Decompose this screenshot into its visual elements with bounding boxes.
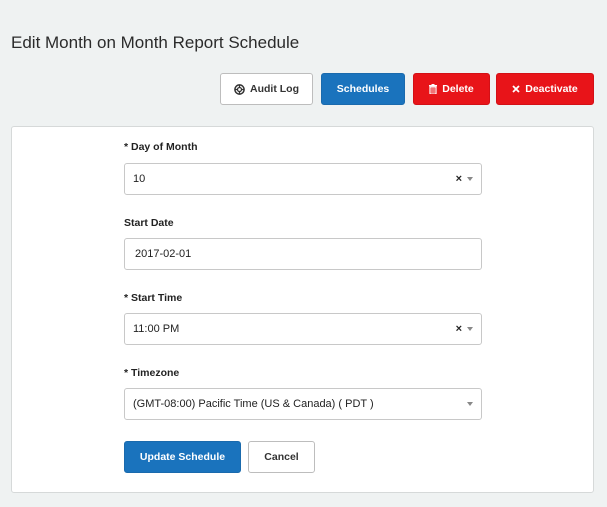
chevron-down-icon[interactable] — [467, 327, 473, 331]
schedules-label: Schedules — [336, 83, 390, 95]
close-icon — [512, 85, 520, 93]
trash-icon — [429, 84, 438, 94]
delete-button[interactable]: Delete — [413, 73, 490, 105]
start-date-label: Start Date — [124, 217, 174, 229]
schedule-form-card: * Day of Month 10 × Start Date 2017-02-0… — [11, 126, 594, 493]
deactivate-button[interactable]: Deactivate — [496, 73, 594, 105]
day-of-month-label: * Day of Month — [124, 141, 198, 153]
day-of-month-select[interactable]: 10 × — [124, 163, 482, 195]
start-time-value: 11:00 PM — [133, 323, 180, 335]
update-schedule-button[interactable]: Update Schedule — [124, 441, 241, 473]
clear-selection-icon[interactable]: × — [456, 173, 462, 185]
clear-selection-icon[interactable]: × — [456, 323, 462, 335]
start-date-value: 2017-02-01 — [135, 248, 192, 260]
audit-log-label: Audit Log — [250, 83, 299, 95]
deactivate-label: Deactivate — [525, 83, 578, 95]
start-time-select[interactable]: 11:00 PM × — [124, 313, 482, 345]
chevron-down-icon[interactable] — [467, 402, 473, 406]
schedules-button[interactable]: Schedules — [321, 73, 405, 105]
delete-label: Delete — [442, 83, 474, 95]
cancel-button[interactable]: Cancel — [248, 441, 315, 473]
lifebuoy-icon — [234, 83, 245, 95]
start-time-label: * Start Time — [124, 292, 183, 304]
audit-log-button[interactable]: Audit Log — [220, 73, 313, 105]
timezone-select[interactable]: (GMT-08:00) Pacific Time (US & Canada) (… — [124, 388, 482, 420]
day-of-month-value: 10 — [133, 173, 146, 185]
page-title: Edit Month on Month Report Schedule — [11, 33, 300, 52]
timezone-value: (GMT-08:00) Pacific Time (US & Canada) (… — [133, 398, 374, 410]
chevron-down-icon[interactable] — [467, 177, 473, 181]
timezone-label: * Timezone — [124, 367, 180, 379]
start-date-input[interactable]: 2017-02-01 — [124, 238, 482, 270]
